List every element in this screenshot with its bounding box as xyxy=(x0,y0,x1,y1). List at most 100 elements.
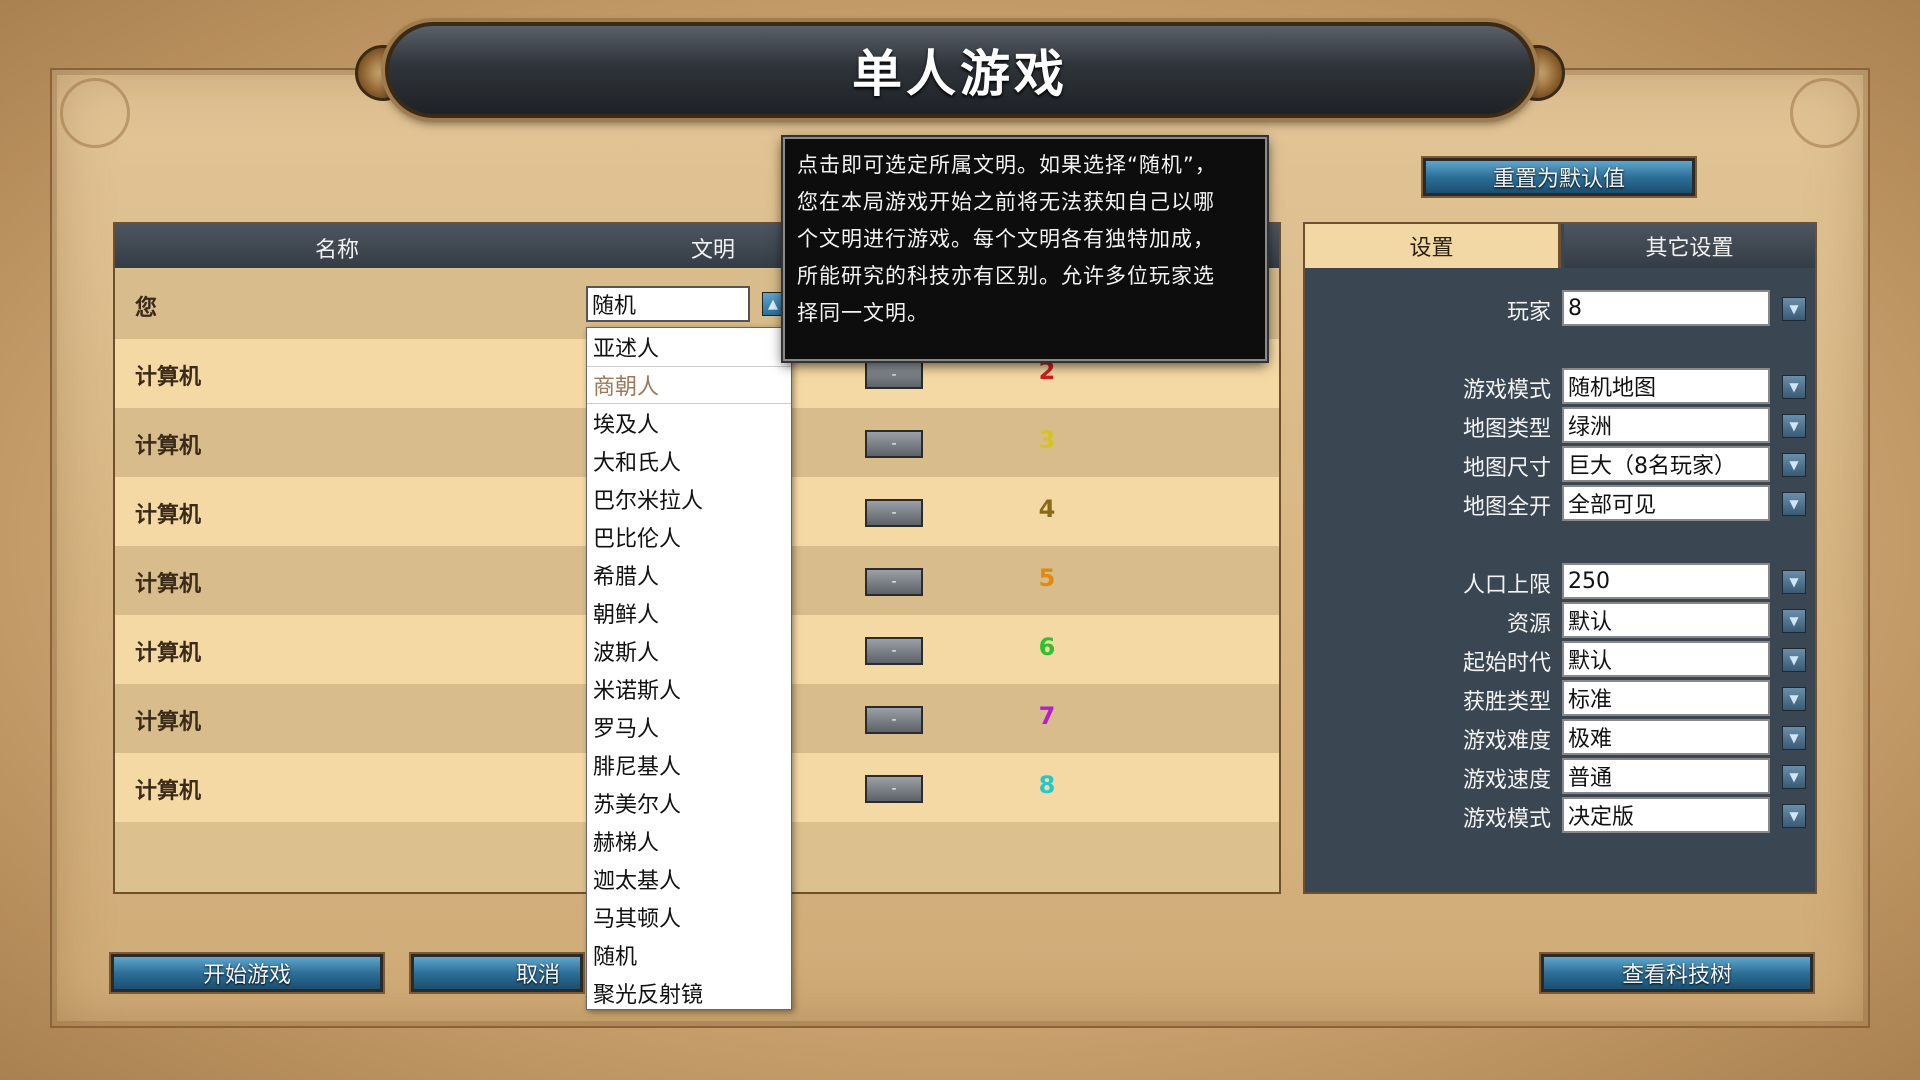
civ-option[interactable]: 罗马人 xyxy=(587,708,791,746)
civ-option[interactable]: 巴尔米拉人 xyxy=(587,480,791,518)
title-banner: 单人游戏 xyxy=(385,22,1535,118)
setting-row: 资源 默认 ▼ xyxy=(1305,602,1815,638)
setting-value-select[interactable]: 全部可见 xyxy=(1562,485,1770,521)
chevron-down-icon[interactable]: ▼ xyxy=(1782,648,1806,672)
setting-row: 地图全开 全部可见 ▼ xyxy=(1305,485,1815,521)
civ-option[interactable]: 聚光反射镜 xyxy=(587,974,791,1012)
team-label: - xyxy=(891,574,897,590)
setting-label: 游戏速度 xyxy=(1462,768,1551,793)
civ-tooltip: 点击即可选定所属文明。如果选择“随机”， 您在本局游戏开始之前将无法获知自己以哪个… xyxy=(781,135,1269,363)
player-name: 计算机 xyxy=(135,434,202,459)
cancel-button[interactable]: 取消 xyxy=(409,952,585,994)
civ-option[interactable]: 赫梯人 xyxy=(587,822,791,860)
player-color-number[interactable]: 5 xyxy=(1035,564,1059,592)
setting-value-select[interactable]: 绿洲 xyxy=(1562,407,1770,443)
civ-option[interactable]: 马其顿人 xyxy=(587,898,791,936)
player-color-number[interactable]: 4 xyxy=(1035,495,1059,523)
setting-label: 人口上限 xyxy=(1462,573,1551,598)
team-button[interactable]: - xyxy=(865,775,923,803)
setting-value-select[interactable]: 普通 xyxy=(1562,758,1770,794)
setting-label: 游戏难度 xyxy=(1462,729,1551,754)
player-color-number[interactable]: 7 xyxy=(1035,702,1059,730)
start-game-button[interactable]: 开始游戏 xyxy=(109,952,385,994)
chevron-down-icon[interactable]: ▼ xyxy=(1782,453,1806,477)
chevron-down-icon[interactable]: ▼ xyxy=(1782,765,1806,789)
header-name: 名称 xyxy=(315,238,360,263)
reset-defaults-button[interactable]: 重置为默认值 xyxy=(1421,156,1697,198)
tooltip-line: 个文明进行游戏。每个文明各有独特加成， xyxy=(797,227,1215,251)
civ-option[interactable]: 朝鲜人 xyxy=(587,594,791,632)
civ-option[interactable]: 米诺斯人 xyxy=(587,670,791,708)
chevron-down-icon[interactable]: ▼ xyxy=(1782,375,1806,399)
chevron-down-icon[interactable]: ▼ xyxy=(1782,804,1806,828)
player-color-number[interactable]: 6 xyxy=(1035,633,1059,661)
setting-label: 资源 xyxy=(1506,612,1551,637)
setting-row: 游戏模式 决定版 ▼ xyxy=(1305,797,1815,833)
civ-option[interactable]: 埃及人 xyxy=(587,404,791,442)
setting-value-select[interactable]: 默认 xyxy=(1562,641,1770,677)
player-name: 计算机 xyxy=(135,503,202,528)
corner-ornament xyxy=(60,78,130,148)
player-name: 计算机 xyxy=(135,641,202,666)
setting-label: 地图类型 xyxy=(1462,417,1551,442)
team-label: - xyxy=(891,367,897,383)
chevron-down-icon[interactable]: ▼ xyxy=(1782,492,1806,516)
civ-option[interactable]: 迦太基人 xyxy=(587,860,791,898)
view-tech-tree-button[interactable]: 查看科技树 xyxy=(1539,952,1815,994)
civ-option[interactable]: 亚述人 xyxy=(587,328,791,366)
setting-label: 地图尺寸 xyxy=(1462,456,1551,481)
civ-option[interactable]: 巴比伦人 xyxy=(587,518,791,556)
civ-option[interactable]: 大和氏人 xyxy=(587,442,791,480)
setting-value-select[interactable]: 极难 xyxy=(1562,719,1770,755)
setting-label: 玩家 xyxy=(1506,300,1551,325)
civ-option[interactable]: 波斯人 xyxy=(587,632,791,670)
setting-row: 游戏难度 极难 ▼ xyxy=(1305,719,1815,755)
team-button[interactable]: - xyxy=(865,361,923,389)
team-label: - xyxy=(891,643,897,659)
setting-label: 游戏模式 xyxy=(1462,378,1551,403)
tooltip-line: 所能研究的科技亦有区别。允许多位玩家选 xyxy=(797,264,1215,288)
tab-other-settings[interactable]: 其它设置 xyxy=(1564,224,1815,268)
setting-value-select[interactable]: 标准 xyxy=(1562,680,1770,716)
tooltip-line: 您在本局游戏开始之前将无法获知自己以哪 xyxy=(797,190,1215,214)
setting-label: 地图全开 xyxy=(1462,495,1551,520)
player-color-number[interactable]: 8 xyxy=(1035,771,1059,799)
chevron-down-icon[interactable]: ▼ xyxy=(1782,297,1806,321)
civ-select-value: 随机 xyxy=(592,294,637,319)
civ-option[interactable]: 苏美尔人 xyxy=(587,784,791,822)
player-name: 您 xyxy=(135,296,158,321)
header-civ: 文明 xyxy=(691,238,736,263)
player-color-number[interactable]: 2 xyxy=(1035,357,1059,385)
chevron-down-icon[interactable]: ▼ xyxy=(1782,414,1806,438)
setting-row: 人口上限 250 ▼ xyxy=(1305,563,1815,599)
setting-value-select[interactable]: 随机地图 xyxy=(1562,368,1770,404)
team-button[interactable]: - xyxy=(865,499,923,527)
corner-ornament xyxy=(1790,78,1860,148)
civ-option[interactable]: 希腊人 xyxy=(587,556,791,594)
team-button[interactable]: - xyxy=(865,568,923,596)
chevron-down-icon[interactable]: ▼ xyxy=(1782,687,1806,711)
chevron-down-icon[interactable]: ▼ xyxy=(1782,726,1806,750)
settings-panel: 设置 其它设置 玩家 8 ▼ 游戏模式 随机地图 ▼ 地图类型 绿洲 ▼ 地图尺寸 巨大（8名玩家）… xyxy=(1303,222,1817,894)
setting-label: 获胜类型 xyxy=(1462,690,1551,715)
setting-value-select[interactable]: 决定版 xyxy=(1562,797,1770,833)
tab-settings[interactable]: 设置 xyxy=(1305,224,1561,268)
setting-row: 地图尺寸 巨大（8名玩家） ▼ xyxy=(1305,446,1815,482)
setting-value-select[interactable]: 巨大（8名玩家） xyxy=(1562,446,1770,482)
civ-option[interactable]: 商朝人 xyxy=(587,366,791,404)
team-button[interactable]: - xyxy=(865,637,923,665)
team-label: - xyxy=(891,712,897,728)
chevron-down-icon[interactable]: ▼ xyxy=(1782,570,1806,594)
chevron-down-icon[interactable]: ▼ xyxy=(1782,609,1806,633)
setting-value-select[interactable]: 8 xyxy=(1562,290,1770,326)
player-color-number[interactable]: 3 xyxy=(1035,426,1059,454)
setting-value-select[interactable]: 默认 xyxy=(1562,602,1770,638)
setting-row: 游戏速度 普通 ▼ xyxy=(1305,758,1815,794)
team-button[interactable]: - xyxy=(865,430,923,458)
chevron-up-icon[interactable]: ▲ xyxy=(762,292,784,316)
civ-option[interactable]: 随机 xyxy=(587,936,791,974)
setting-value-select[interactable]: 250 xyxy=(1562,563,1770,599)
civ-option[interactable]: 腓尼基人 xyxy=(587,746,791,784)
team-button[interactable]: - xyxy=(865,706,923,734)
civ-select[interactable]: 随机 xyxy=(586,286,750,322)
